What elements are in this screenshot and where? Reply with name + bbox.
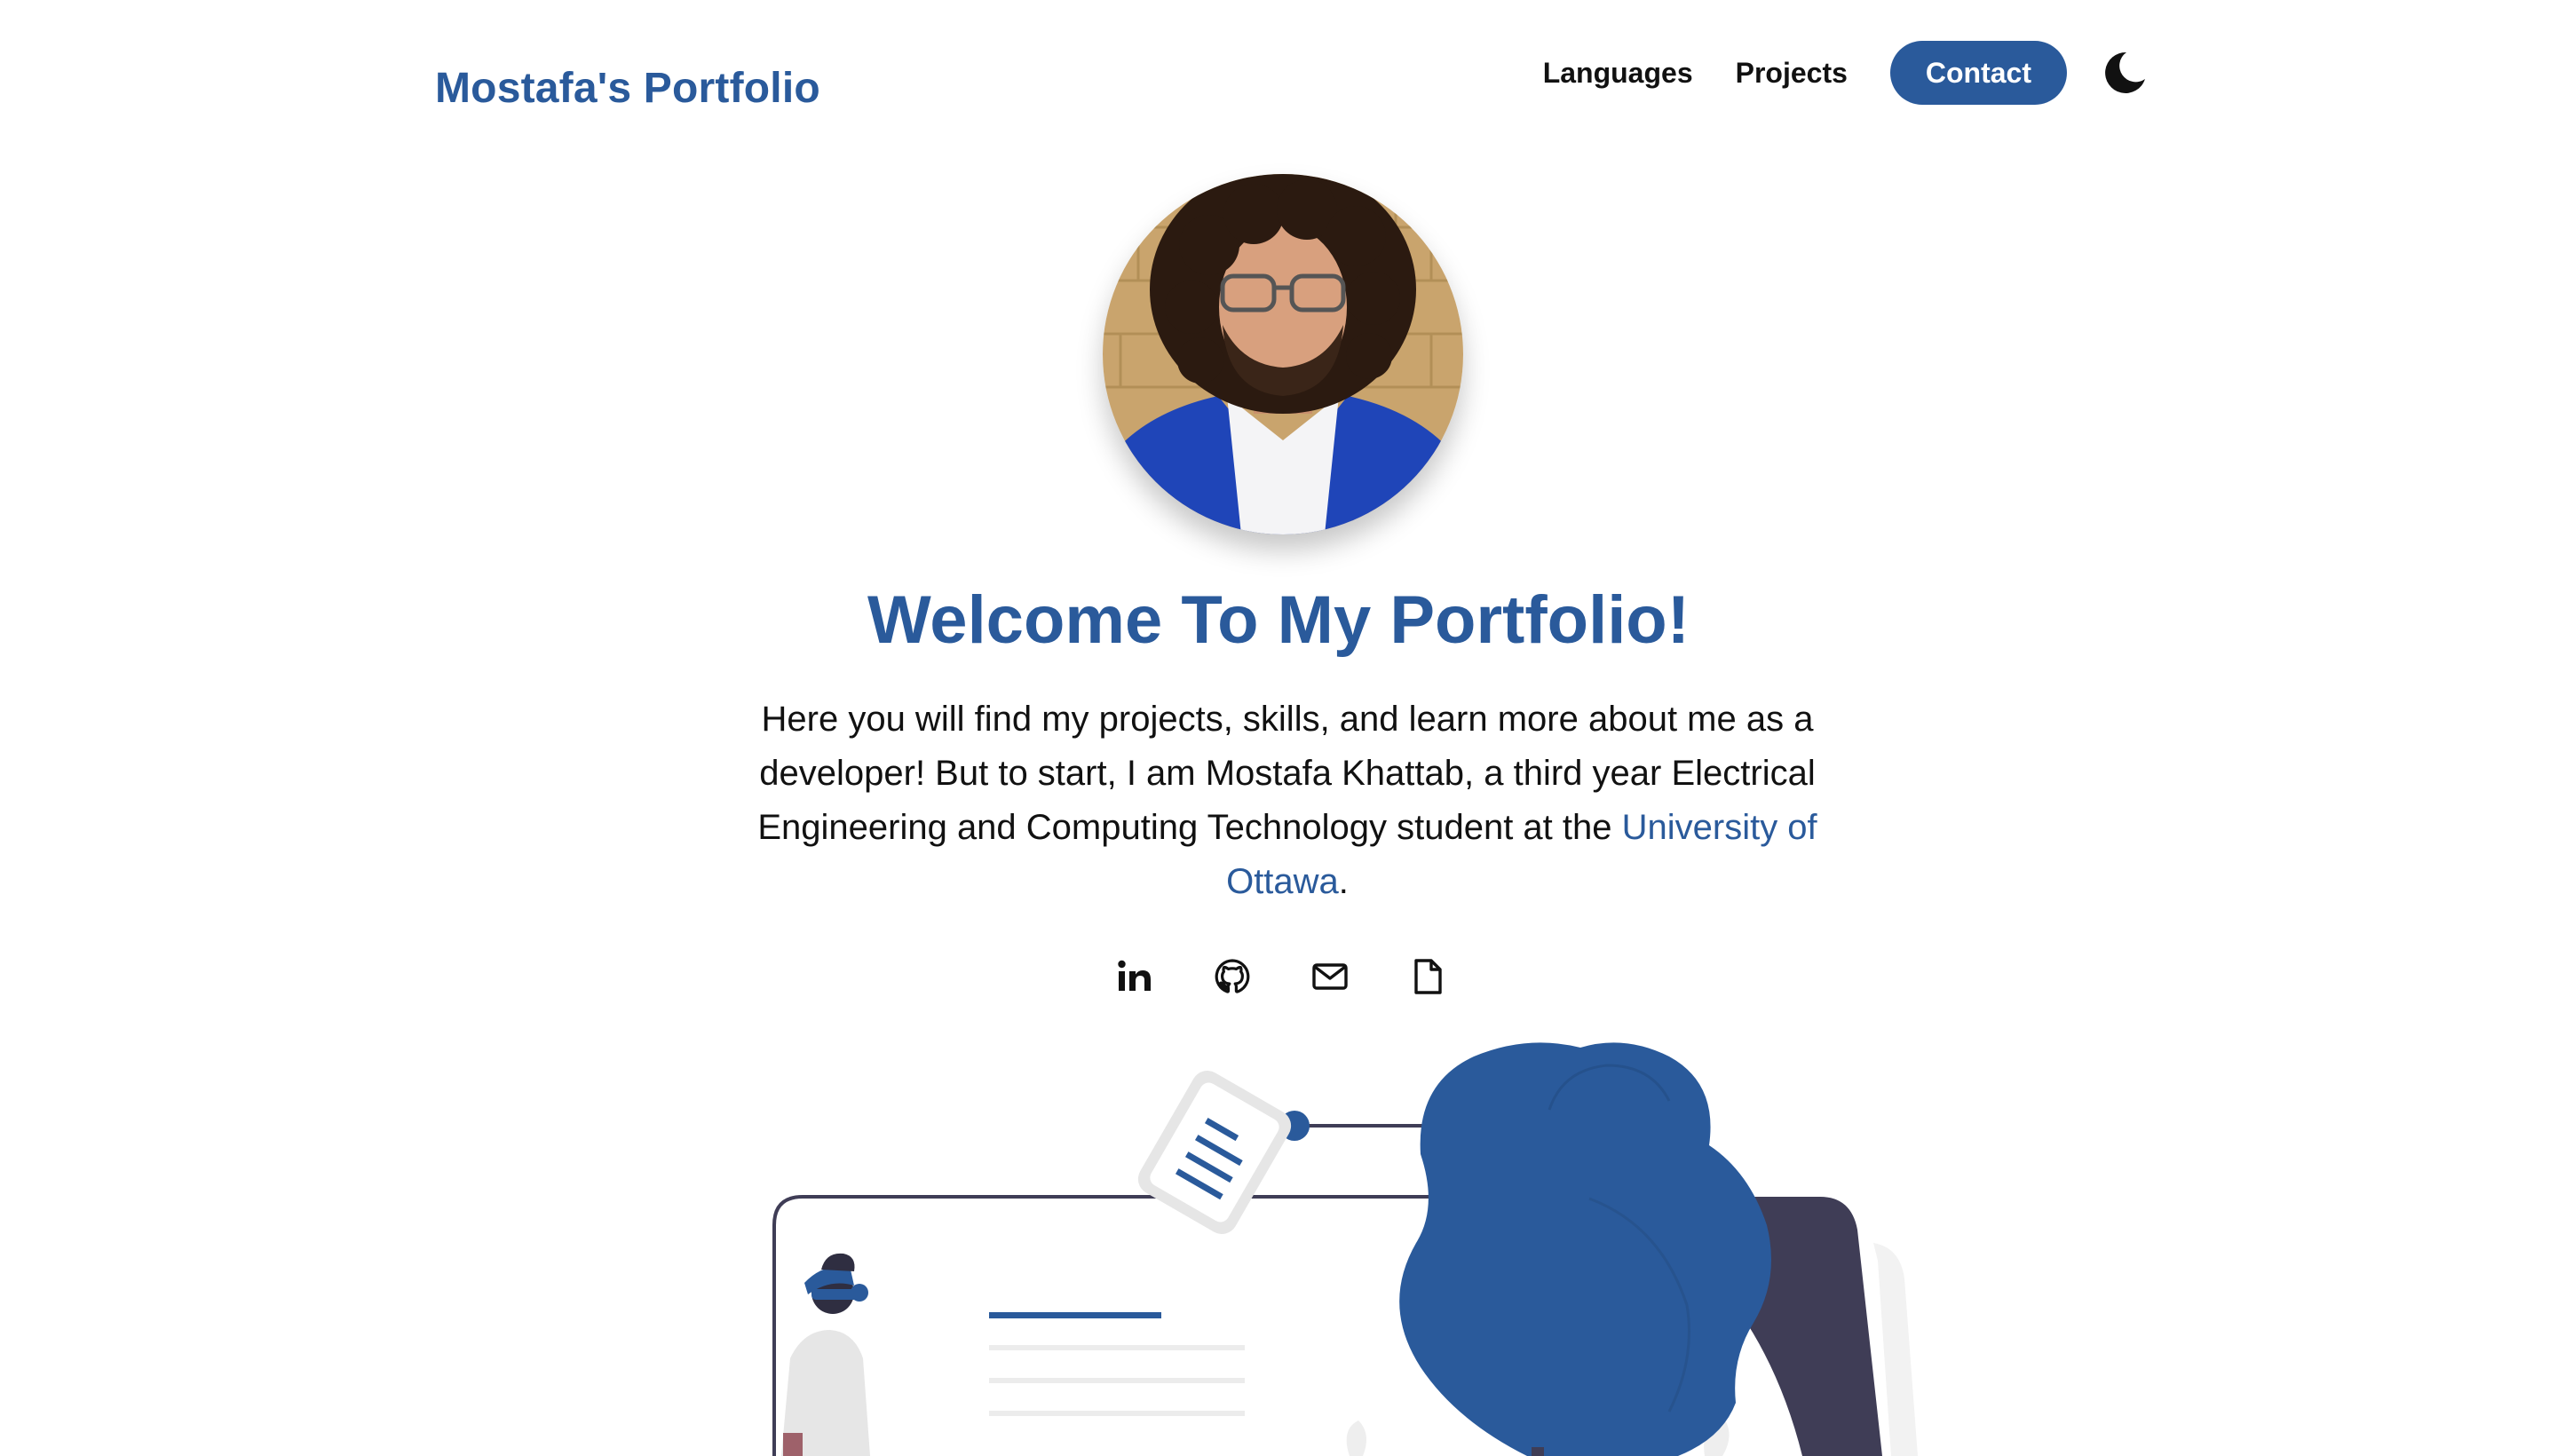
hero-intro-end: . bbox=[1338, 862, 1349, 901]
nav-link-languages[interactable]: Languages bbox=[1543, 57, 1693, 90]
site-brand[interactable]: Mostafa's Portfolio bbox=[435, 64, 820, 113]
contact-button[interactable]: Contact bbox=[1889, 41, 2067, 105]
profile-photo bbox=[1103, 174, 1463, 534]
main-nav: Languages Projects Contact bbox=[1543, 41, 2149, 105]
theme-toggle-button[interactable] bbox=[2099, 48, 2149, 98]
hero-title: Welcome To My Portfolio! bbox=[867, 582, 1690, 658]
linkedin-link[interactable] bbox=[1112, 954, 1158, 1000]
email-link[interactable] bbox=[1307, 954, 1353, 1000]
moon-icon bbox=[2105, 51, 2145, 93]
portfolio-page: Mostafa's Portfolio Languages Projects C… bbox=[0, 0, 2557, 1456]
hero-intro: Here you will find my projects, skills, … bbox=[755, 692, 1820, 909]
social-links bbox=[1112, 954, 1502, 1000]
hero-illustration bbox=[772, 1042, 1918, 1456]
github-link[interactable] bbox=[1209, 954, 1255, 1000]
nav-link-projects[interactable]: Projects bbox=[1736, 57, 1848, 90]
resume-file-icon bbox=[1414, 959, 1442, 994]
linkedin-icon bbox=[1118, 960, 1151, 991]
github-icon bbox=[1215, 959, 1250, 993]
mail-icon bbox=[1312, 963, 1348, 990]
resume-link[interactable] bbox=[1405, 954, 1451, 1000]
